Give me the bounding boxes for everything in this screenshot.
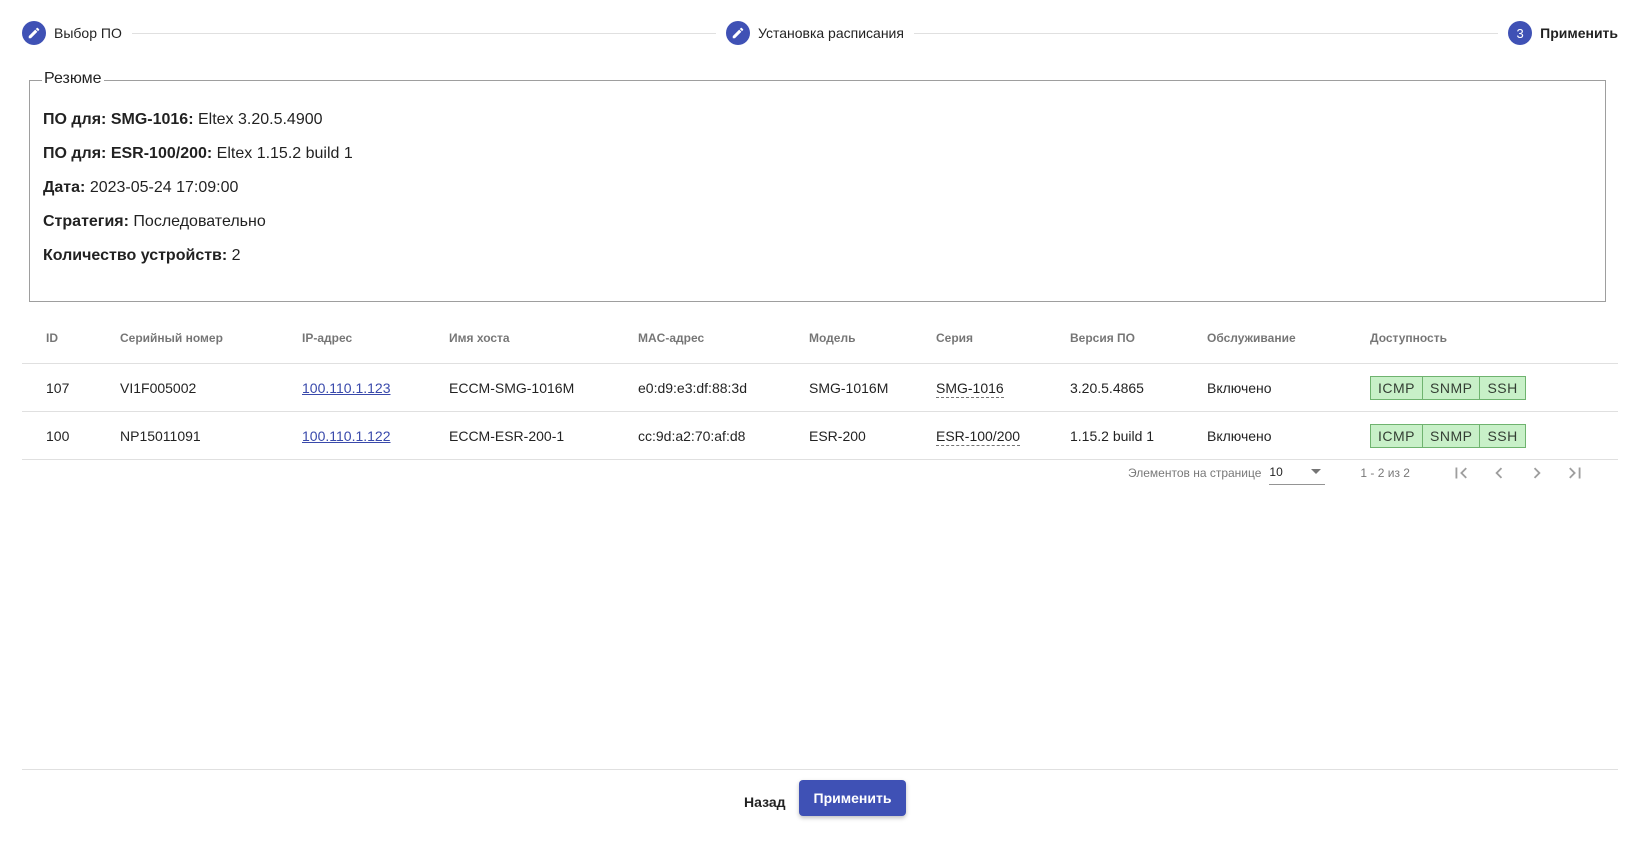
ip-link[interactable]: 100.110.1.122 (302, 428, 391, 444)
page-size-value: 10 (1269, 464, 1283, 479)
cell-model: SMG-1016M (809, 379, 889, 396)
devices-table: ID Серийный номер IP-адрес Имя хоста MAC… (22, 312, 1618, 460)
column-header-ip[interactable]: IP-адрес (302, 331, 449, 345)
summary-row-date: Дата: 2023-05-24 17:09:00 (43, 179, 238, 197)
column-header-id[interactable]: ID (46, 331, 120, 345)
badge-ssh: SSH (1480, 376, 1525, 399)
summary-legend: Резюме (42, 70, 104, 88)
column-header-series[interactable]: Серия (936, 331, 1070, 345)
table-header-row: ID Серийный номер IP-адрес Имя хоста MAC… (22, 312, 1618, 364)
summary-value: Eltex 3.20.5.4900 (197, 111, 323, 128)
cell-hostname: ECCM-SMG-1016M (449, 379, 575, 396)
column-header-serial[interactable]: Серийный номер (120, 331, 302, 345)
cell-hostname: ECCM-ESR-200-1 (449, 427, 565, 444)
last-page-icon (1569, 467, 1581, 479)
paginator: Элементов на странице 10 1 - 2 из 2 (1100, 458, 1620, 488)
column-header-hostname[interactable]: Имя хоста (449, 331, 638, 345)
summary-value: Eltex 1.15.2 build 1 (216, 145, 353, 162)
cell-model: ESR-200 (809, 427, 866, 444)
page-size-select[interactable]: 10 (1269, 461, 1326, 485)
column-header-availability[interactable]: Доступность (1370, 331, 1570, 345)
summary-label: Стратегия: (43, 213, 129, 230)
chevron-left-icon (1495, 467, 1503, 479)
step-software-select[interactable]: Выбор ПО (22, 21, 122, 45)
ip-link[interactable]: 100.110.1.123 (302, 380, 391, 396)
availability-badges: ICMP SNMP SSH (1370, 375, 1526, 400)
step-schedule[interactable]: Установка расписания (726, 21, 904, 45)
back-button[interactable]: Назад (728, 784, 802, 820)
cell-id: 107 (46, 379, 70, 396)
badge-snmp: SNMP (1423, 424, 1481, 447)
first-page-button[interactable] (1442, 458, 1480, 488)
cell-version: 1.15.2 build 1 (1070, 427, 1155, 444)
page-nav-buttons (1442, 458, 1594, 488)
badge-snmp: SNMP (1423, 376, 1481, 399)
step-number: 3 (1508, 21, 1533, 45)
footer-divider (22, 769, 1618, 770)
step-connector (131, 32, 716, 34)
summary-row-strategy: Стратегия: Последовательно (43, 213, 266, 231)
cell-version: 3.20.5.4865 (1070, 379, 1144, 396)
previous-page-button[interactable] (1480, 458, 1518, 488)
summary-row-smg-software: ПО для: SMG-1016: Eltex 3.20.5.4900 (43, 111, 323, 129)
badge-ssh: SSH (1480, 424, 1525, 447)
edit-icon (726, 21, 750, 45)
step-label: Применить (1540, 25, 1619, 41)
column-header-version[interactable]: Версия ПО (1070, 331, 1207, 345)
column-header-model[interactable]: Модель (809, 331, 936, 345)
availability-badges: ICMP SNMP SSH (1370, 423, 1526, 448)
first-page-icon (1455, 467, 1467, 479)
cell-serial: NP15011091 (120, 427, 201, 444)
stepper: Выбор ПО Установка расписания 3 Применит… (22, 20, 1618, 46)
summary-label: ПО для: SMG-1016: (43, 111, 194, 128)
table-row[interactable]: 107 VI1F005002 100.110.1.123 ECCM-SMG-10… (22, 364, 1618, 412)
apply-button[interactable]: Применить (799, 780, 906, 816)
next-page-button[interactable] (1518, 458, 1556, 488)
summary-row-device-count: Количество устройств: 2 (43, 247, 241, 265)
step-label: Установка расписания (758, 25, 904, 41)
cell-service: Включено (1207, 427, 1272, 444)
summary-value: 2023-05-24 17:09:00 (89, 179, 239, 196)
dropdown-arrow-icon (1311, 469, 1322, 474)
series-tooltip-trigger[interactable]: SMG-1016 (936, 379, 1004, 398)
table-row[interactable]: 100 NP15011091 100.110.1.122 ECCM-ESR-20… (22, 412, 1618, 460)
series-tooltip-trigger[interactable]: ESR-100/200 (936, 427, 1021, 446)
step-apply[interactable]: 3 Применить (1508, 21, 1618, 45)
summary-value: 2 (231, 247, 241, 264)
cell-serial: VI1F005002 (120, 379, 197, 396)
summary-label: Количество устройств: (43, 247, 228, 264)
summary-value: Последовательно (133, 213, 266, 230)
step-label: Выбор ПО (54, 25, 122, 41)
column-header-mac[interactable]: MAC-адрес (638, 331, 809, 345)
cell-mac: e0:d9:e3:df:88:3d (638, 379, 747, 396)
badge-icmp: ICMP (1371, 424, 1423, 447)
summary-label: ПО для: ESR-100/200: (43, 145, 213, 162)
summary-fieldset: Резюме ПО для: SMG-1016: Eltex 3.20.5.49… (29, 70, 1606, 302)
last-page-button[interactable] (1556, 458, 1594, 488)
step-connector (913, 32, 1499, 34)
badge-icmp: ICMP (1371, 376, 1423, 399)
column-header-service[interactable]: Обслуживание (1207, 331, 1370, 345)
cell-service: Включено (1207, 379, 1272, 396)
chevron-right-icon (1533, 467, 1541, 479)
summary-row-esr-software: ПО для: ESR-100/200: Eltex 1.15.2 build … (43, 145, 353, 163)
summary-label: Дата: (43, 179, 86, 196)
page-range-label: 1 - 2 из 2 (1360, 466, 1410, 480)
edit-icon (22, 21, 46, 45)
cell-id: 100 (46, 427, 70, 444)
page-size-label: Элементов на странице (1128, 466, 1262, 480)
cell-mac: cc:9d:a2:70:af:d8 (638, 427, 746, 444)
